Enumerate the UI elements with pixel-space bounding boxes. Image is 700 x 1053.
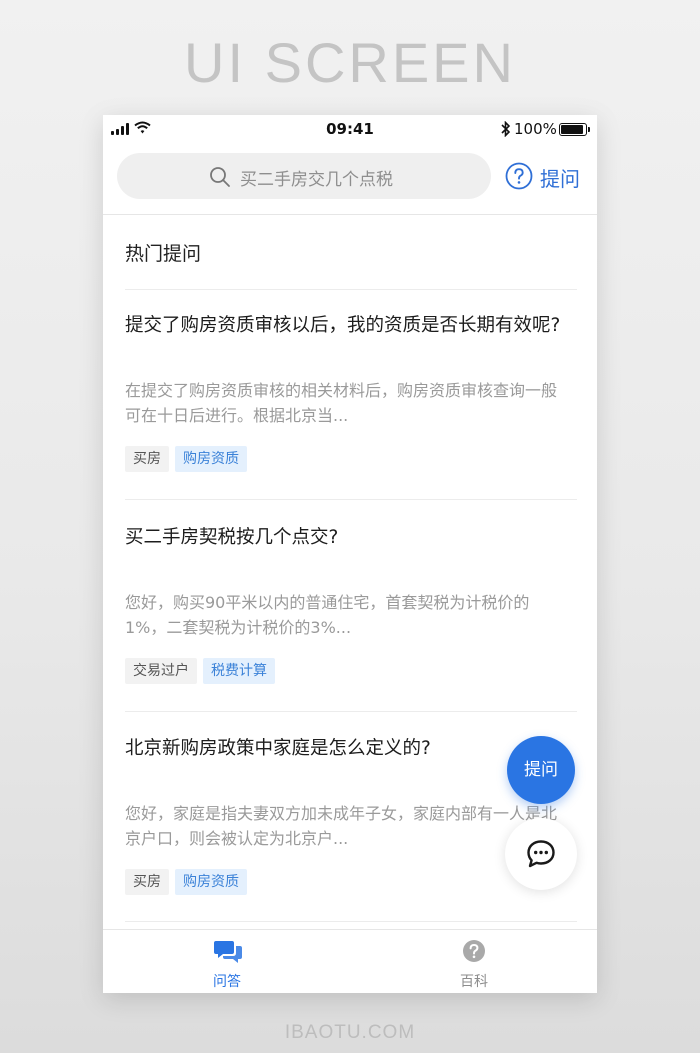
tag[interactable]: 交易过户 <box>125 658 197 684</box>
question-card[interactable]: 提交了购房资质审核以后，我的资质是否长期有效呢? 在提交了购房资质审核的相关材料… <box>125 313 565 472</box>
question-card[interactable]: 买二手房契税按几个点交? 您好，购买90平米以内的普通住宅，首套契税为计税价的1… <box>125 525 565 684</box>
tab-encyclopedia[interactable]: 百科 <box>414 930 534 993</box>
bluetooth-icon <box>501 121 511 137</box>
question-title[interactable]: 提交了购房资质审核以后，我的资质是否长期有效呢? <box>125 313 565 339</box>
battery-percent: 100% <box>514 120 557 138</box>
tag[interactable]: 税费计算 <box>203 658 275 684</box>
tag-list: 买房 购房资质 <box>125 869 253 895</box>
question-excerpt: 在提交了购房资质审核的相关材料后，购房资质审核查询一般可在十日后进行。根据北京当… <box>125 381 558 425</box>
header-divider <box>103 214 597 215</box>
search-input[interactable]: 买二手房交几个点税 <box>117 153 491 199</box>
tag-list: 交易过户 税费计算 <box>125 658 281 684</box>
battery-icon <box>559 123 590 136</box>
chat-bubble-icon <box>527 840 555 868</box>
question-excerpt: 您好，购买90平米以内的普通住宅，首套契税为计税价的1%，二套契税为计税价的3%… <box>125 593 530 637</box>
phone-screen: 09:41 100% 买二手房交几个点税 提问 热门提问 提交了购房资质审核以后… <box>103 115 597 993</box>
tag[interactable]: 买房 <box>125 446 169 472</box>
question-circle-icon <box>505 162 533 190</box>
encyclopedia-icon <box>463 940 485 962</box>
divider <box>125 711 577 712</box>
tab-qa[interactable]: 问答 <box>167 930 287 993</box>
floating-chat-button[interactable] <box>505 818 577 890</box>
question-excerpt: 您好，家庭是指夫妻双方加未成年子女，家庭内部有一人是北京户口，则会被认定为北京户… <box>125 804 558 848</box>
search-icon <box>210 167 230 187</box>
question-title[interactable]: 买二手房契税按几个点交? <box>125 525 565 551</box>
tab-bar: 问答 百科 <box>103 929 597 993</box>
question-card[interactable]: 北京新购房政策中家庭是怎么定义的? 您好，家庭是指夫妻双方加未成年子女，家庭内部… <box>125 736 565 895</box>
tab-qa-label: 问答 <box>213 974 241 990</box>
tag[interactable]: 购房资质 <box>175 869 247 895</box>
section-title: 热门提问 <box>125 243 202 265</box>
question-title[interactable]: 北京新购房政策中家庭是怎么定义的? <box>125 736 565 762</box>
divider <box>125 921 577 922</box>
divider <box>125 289 577 290</box>
tab-encyclopedia-label: 百科 <box>460 974 488 990</box>
divider <box>125 499 577 500</box>
tag-list: 买房 购房资质 <box>125 446 253 472</box>
floating-ask-button[interactable]: 提问 <box>507 736 575 804</box>
ask-question-label: 提问 <box>540 167 580 191</box>
tag[interactable]: 买房 <box>125 869 169 895</box>
status-bar: 09:41 100% <box>103 115 597 143</box>
tag[interactable]: 购房资质 <box>175 446 247 472</box>
banner-title: UI SCREEN <box>184 31 516 94</box>
search-placeholder: 买二手房交几个点税 <box>240 170 393 190</box>
qa-chat-icon <box>214 941 242 963</box>
banner-footer: IBAOTU.COM <box>284 1022 416 1043</box>
